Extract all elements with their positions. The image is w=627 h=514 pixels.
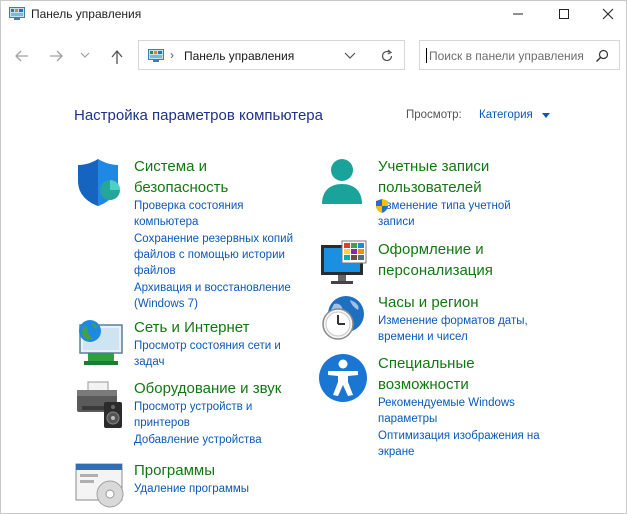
view-by-dropdown[interactable]: Категория (479, 109, 533, 121)
uac-shield-icon (376, 199, 388, 213)
chevron-down-icon[interactable] (344, 51, 356, 61)
search-icon[interactable] (595, 49, 609, 63)
close-icon (602, 8, 614, 20)
network-globe-icon[interactable] (74, 317, 126, 369)
maximize-icon (559, 9, 569, 19)
up-button[interactable] (105, 45, 129, 67)
category-title-network[interactable]: Сеть и Интернет (134, 317, 314, 338)
search-placeholder: Поиск в панели управления (429, 49, 584, 63)
minimize-button[interactable] (495, 1, 541, 27)
forward-button[interactable] (44, 45, 68, 67)
link-backup-restore[interactable]: Архивация и восстановление (Windows 7) (134, 280, 304, 312)
search-input[interactable]: Поиск в панели управления (419, 40, 620, 70)
close-button[interactable] (585, 1, 627, 27)
category-title-accounts[interactable]: Учетные записи пользователей (378, 156, 518, 198)
link-uninstall-program[interactable]: Удаление программы (134, 481, 314, 497)
caret-down-icon[interactable] (542, 113, 550, 118)
accessibility-icon[interactable] (318, 353, 370, 405)
address-bar[interactable]: › Панель управления (138, 40, 405, 70)
back-button[interactable] (10, 45, 34, 67)
link-network-status[interactable]: Просмотр состояния сети и задач (134, 338, 299, 370)
link-add-device[interactable]: Добавление устройства (134, 432, 314, 448)
arrow-up-icon (111, 49, 123, 64)
link-check-status[interactable]: Проверка состояния компьютера (134, 198, 254, 230)
printer-speaker-icon[interactable] (74, 378, 126, 430)
maximize-button[interactable] (541, 1, 587, 27)
chevron-down-icon (80, 52, 90, 58)
category-title-access[interactable]: Специальные возможности (378, 353, 508, 395)
category-title-appearance[interactable]: Оформление и персонализация (378, 239, 508, 281)
programs-disc-icon[interactable] (74, 460, 126, 512)
control-panel-window: Панель управления › Панель управления По… (0, 0, 627, 514)
category-title-hardware[interactable]: Оборудование и звук (134, 378, 314, 399)
arrow-right-icon (50, 50, 63, 62)
link-optimize-display[interactable]: Оптимизация изображения на экране (378, 428, 553, 460)
clock-globe-icon[interactable] (318, 292, 370, 344)
category-title-clock[interactable]: Часы и регион (378, 292, 558, 313)
recent-locations-button[interactable] (77, 45, 93, 67)
minimize-icon (513, 13, 523, 15)
category-title-system[interactable]: Система и безопасность (134, 156, 244, 198)
link-file-history[interactable]: Сохранение резервных копий файлов с помо… (134, 231, 309, 279)
page-title: Настройка параметров компьютера (74, 107, 323, 124)
link-change-account-type[interactable]: Изменение типа учетной записи (378, 198, 528, 230)
text-cursor (426, 48, 427, 63)
link-date-time-formats[interactable]: Изменение форматов даты, времени и чисел (378, 313, 543, 345)
control-panel-icon (9, 7, 25, 20)
breadcrumb-control-panel[interactable]: Панель управления (184, 49, 294, 63)
shield-icon[interactable] (74, 156, 126, 208)
arrow-left-icon (15, 50, 28, 62)
monitor-palette-icon[interactable] (318, 239, 370, 291)
category-title-programs[interactable]: Программы (134, 460, 314, 481)
control-panel-icon (148, 49, 164, 62)
title-bar: Панель управления (1, 1, 626, 27)
link-recommended-settings[interactable]: Рекомендуемые Windows параметры (378, 395, 528, 427)
link-devices-printers[interactable]: Просмотр устройств и принтеров (134, 399, 274, 431)
window-title: Панель управления (31, 7, 142, 21)
view-by-label: Просмотр: (406, 109, 462, 121)
user-icon[interactable] (318, 156, 370, 208)
refresh-icon[interactable] (379, 48, 395, 64)
breadcrumb-separator: › (170, 48, 174, 62)
